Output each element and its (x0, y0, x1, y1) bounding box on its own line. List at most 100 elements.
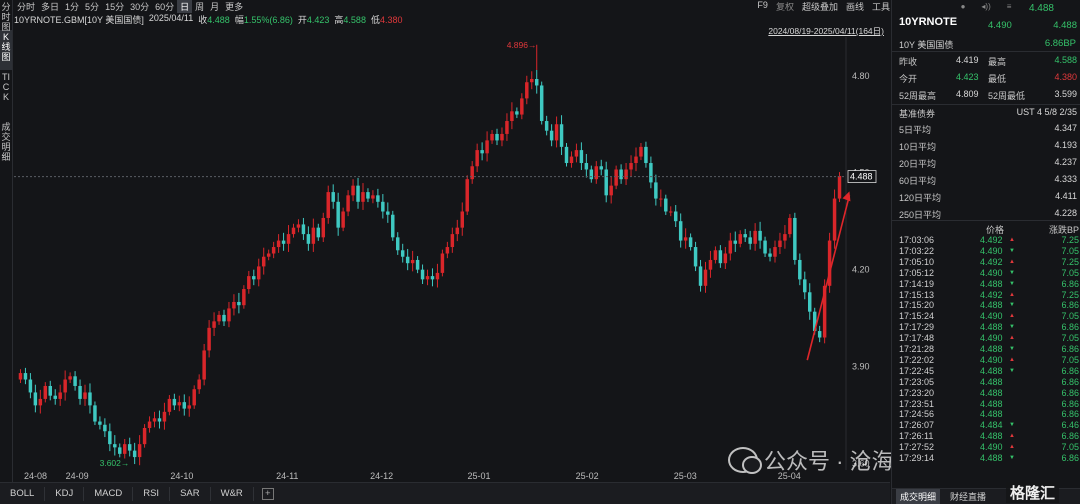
trade-bp: 7.25 (1061, 235, 1079, 245)
quote-info-bar: 10YRNOTE.GBM[10Y 美国国债] 2025/04/11 收4.488… (14, 13, 403, 25)
period-60min[interactable]: 60分 (152, 0, 177, 13)
tab-kline[interactable]: K线图 (0, 30, 12, 70)
f9-button[interactable]: F9 (757, 0, 768, 13)
average-label: 20日平均 (899, 159, 937, 169)
trade-bp: 7.05 (1061, 333, 1079, 344)
candle-body (693, 247, 698, 267)
period-more[interactable]: 更多 (222, 0, 246, 13)
close-value: 4.488 (207, 15, 230, 25)
period-30min[interactable]: 30分 (127, 0, 152, 13)
candle-body (415, 259, 420, 270)
tab-timeshare[interactable]: 分时图 (0, 0, 12, 32)
candle-body (306, 234, 311, 244)
tab-trade-detail[interactable]: 成交明细 (0, 120, 12, 164)
candle-body (569, 156, 574, 164)
adjust-button[interactable]: 复权 (776, 0, 794, 13)
candle-body (162, 411, 167, 422)
close-label: 收 (198, 15, 208, 25)
low-marker-label: 3.602→ (100, 458, 130, 468)
trade-price: 4.488 (980, 365, 1003, 376)
trade-time: 17:24:56 (899, 409, 935, 420)
period-week[interactable]: 周 (192, 0, 207, 13)
dot-icon[interactable]: ● (961, 2, 966, 11)
add-indicator-button[interactable]: + (261, 487, 274, 500)
speaker-icon[interactable]: ◂)) (981, 2, 990, 11)
tab-live-news[interactable]: 财经直播 (946, 489, 990, 504)
period-multiday[interactable]: 多日 (38, 0, 62, 13)
tab-trade-details[interactable]: 成交明细 (896, 489, 941, 504)
average-row: 60日平均 4.333 (892, 174, 1080, 191)
period-timeshare[interactable]: 分时 (14, 0, 38, 13)
down-arrow-icon: ▼ (1009, 302, 1015, 309)
candle-body (122, 444, 127, 454)
period-15min[interactable]: 15分 (102, 0, 127, 13)
tab-tick[interactable]: TICK (0, 70, 12, 120)
trade-bp: 7.05 (1061, 442, 1079, 453)
candle-body (554, 124, 559, 141)
down-arrow-icon: ▼ (1009, 269, 1015, 276)
average-row: 5日平均 4.347 (892, 123, 1080, 140)
down-arrow-icon: ▼ (1009, 455, 1015, 461)
kline-chart[interactable]: 4.804.504.203.903.604.896→3.602→4.488 (14, 37, 890, 470)
trade-time: 17:27:52 (899, 442, 935, 453)
trade-price: 4.488 (980, 453, 1003, 463)
candle-body (748, 237, 752, 244)
indicator-wr[interactable]: W&R (211, 486, 254, 501)
period-day[interactable]: 日 (177, 0, 193, 13)
down-arrow-icon: ▼ (1009, 280, 1015, 287)
trade-time: 17:17:48 (899, 333, 935, 344)
candle-body (53, 395, 57, 399)
trade-time: 17:03:22 (899, 245, 935, 256)
period-1min[interactable]: 1分 (62, 0, 82, 13)
indicator-boll[interactable]: BOLL (0, 486, 46, 501)
candle-body (564, 146, 569, 164)
candle-body (132, 450, 137, 458)
candle-body (768, 253, 772, 257)
candle-body (113, 444, 117, 448)
candle-body (386, 211, 390, 215)
date-label: 2025/04/11 (148, 13, 194, 23)
toolbar-right: F9 复权 超级叠加 画线 工具 (757, 0, 890, 13)
candle-body (177, 402, 182, 406)
tools-button[interactable]: 工具 (872, 0, 890, 13)
candle-body (614, 169, 618, 186)
candle-body (599, 166, 603, 170)
trade-row: 17:05:10 4.492 ▲ 7.25 (892, 257, 1080, 268)
candle-body (832, 198, 837, 241)
trade-row: 17:03:22 4.490 ▼ 7.05 (892, 246, 1080, 257)
period-month[interactable]: 月 (207, 0, 222, 13)
x-tick-label: 24-11 (276, 471, 299, 481)
indicator-macd[interactable]: MACD (84, 486, 134, 501)
x-tick-label: 24-09 (65, 471, 89, 481)
trade-bp: 7.05 (1061, 267, 1079, 278)
stat-value: 4.588 (1054, 55, 1077, 65)
overlay-button[interactable]: 超级叠加 (802, 0, 838, 13)
y-tick-label: 3.90 (852, 362, 870, 372)
menu-icon[interactable]: ≡ (1007, 2, 1012, 11)
candle-body (147, 421, 152, 428)
period-5min[interactable]: 5分 (82, 0, 102, 13)
draw-button[interactable]: 画线 (846, 0, 864, 13)
trade-price: 4.490 (980, 442, 1003, 453)
divider (892, 220, 1080, 221)
candle-body (68, 376, 72, 380)
trade-row: 17:24:56 4.488 6.86 (892, 409, 1080, 420)
trade-row: 17:22:45 4.488 ▼ 6.86 (892, 366, 1080, 377)
indicator-kdj[interactable]: KDJ (45, 486, 85, 501)
candle-body (788, 217, 792, 235)
trade-time: 17:03:06 (899, 235, 935, 245)
indicator-rsi[interactable]: RSI (133, 486, 171, 501)
trade-price: 4.492 (980, 289, 1003, 300)
vertical-tab-bar: 分时图 K线图 TICK 成交明细 (0, 0, 13, 482)
candle-body (743, 234, 747, 238)
trade-row: 17:05:12 4.490 ▼ 7.05 (892, 268, 1080, 279)
candle-body (257, 266, 261, 280)
trade-row: 17:27:52 4.490 ▲ 7.05 (892, 442, 1080, 453)
date-range-selector[interactable]: 2024/08/19-2025/04/11(164日) (768, 25, 884, 37)
average-label: 5日平均 (899, 125, 932, 135)
trade-price: 4.490 (980, 311, 1003, 322)
trend-arrow[interactable] (806, 195, 851, 361)
up-arrow-icon: ▲ (1009, 335, 1015, 342)
trade-bp: 6.86 (1061, 300, 1079, 311)
indicator-sar[interactable]: SAR (170, 486, 211, 501)
